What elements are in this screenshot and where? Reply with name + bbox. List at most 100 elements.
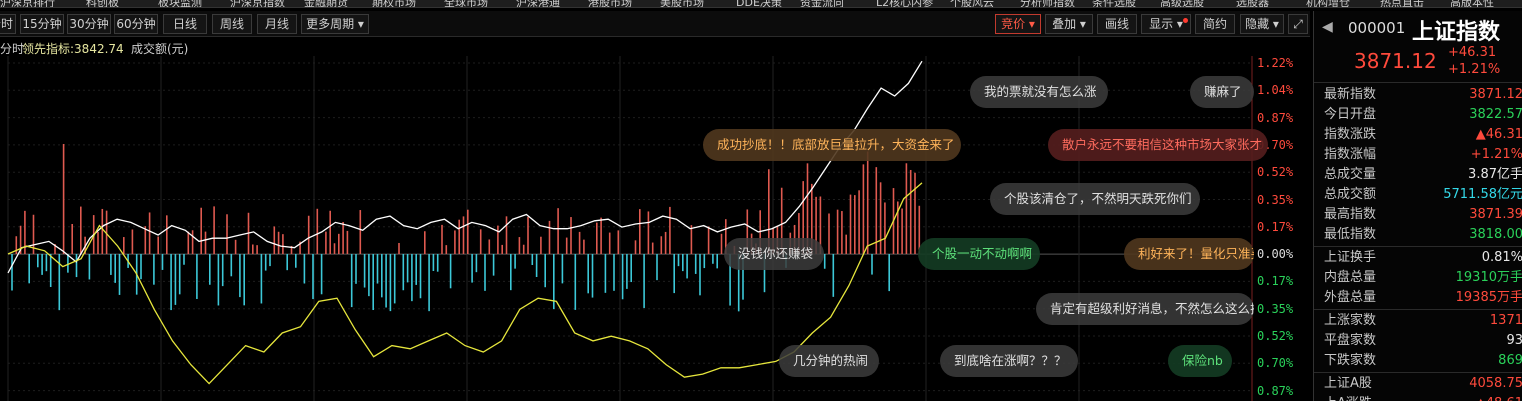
stock-name: 上证指数 — [1412, 20, 1501, 45]
axis-pct-label: 0.70% — [1257, 356, 1294, 371]
quote-row: 上A涨跌 ▲48.61 — [1314, 394, 1522, 401]
quote-row-label: 最高指数 — [1324, 207, 1377, 222]
top-menu-item[interactable]: L2核心内参 — [876, 0, 933, 7]
top-menu-item[interactable]: 沪深京排行 — [0, 0, 55, 7]
quote-row: 今日开盘 3822.57 — [1314, 105, 1522, 125]
top-menu-item[interactable]: DDE决策 — [736, 0, 782, 7]
quote-divider — [1314, 309, 1522, 310]
toolbar-button-0[interactable]: 竞价 ▾ — [995, 14, 1041, 34]
quote-row: 指数涨幅 +1.21% — [1314, 145, 1522, 165]
top-menu-item[interactable]: 全球市场 — [444, 0, 488, 7]
quote-row-label: 平盘家数 — [1324, 333, 1377, 348]
notice-dot-icon — [1183, 18, 1188, 23]
price-change: +46.31 — [1448, 45, 1497, 60]
axis-pct-label: 1.04% — [1257, 83, 1294, 98]
toolbar-period-button[interactable]: 15分钟 — [20, 14, 64, 34]
toolbar-period-button[interactable]: 月线 — [257, 14, 297, 34]
axis-pct-label: 0.17% — [1257, 219, 1294, 234]
quote-row-value: 3.87亿手 — [1468, 167, 1522, 182]
quote-row-value: 3822.57 — [1469, 107, 1522, 122]
quote-row-label: 上证A股 — [1324, 376, 1372, 391]
quote-row-label: 总成交额 — [1324, 187, 1377, 202]
top-menu-item[interactable]: 板块监测 — [158, 0, 202, 7]
quote-divider — [1314, 246, 1522, 247]
top-menu-item[interactable]: 资金流向 — [800, 0, 844, 7]
comment-bubble[interactable]: 保险nb — [1168, 345, 1232, 377]
quote-row-label: 最新指数 — [1324, 87, 1377, 102]
intraday-chart[interactable] — [0, 56, 1310, 401]
top-menu-item[interactable]: 选股器 — [1236, 0, 1269, 7]
top-menu-item[interactable]: 条件选股 — [1092, 0, 1136, 7]
toolbar-period-button[interactable]: 周线 — [212, 14, 252, 34]
axis-pct-label: 0.00% — [1257, 247, 1294, 262]
prev-arrow-icon[interactable]: ◀ — [1322, 19, 1333, 35]
quote-row-label: 指数涨幅 — [1324, 147, 1377, 162]
toolbar-period-button[interactable]: 30分钟 — [67, 14, 111, 34]
quote-divider — [1314, 372, 1522, 373]
legend-period: 分时 — [0, 42, 25, 56]
toolbar-button-5[interactable]: 隐藏 ▾ — [1240, 14, 1284, 34]
quote-row-value: ▲48.61 — [1476, 394, 1522, 401]
comment-bubble[interactable]: 几分钟的热闹 — [779, 345, 879, 377]
legend-indicator: 领先指标:3842.74 — [22, 42, 124, 56]
toolbar-period-button[interactable]: 日线 — [163, 14, 207, 34]
current-price: 3871.12 — [1354, 49, 1437, 73]
top-menu-item[interactable]: 金融期货 — [304, 0, 348, 7]
quote-row: 下跌家数 869 — [1314, 351, 1522, 371]
comment-bubble[interactable]: 利好来了！量化只准买 — [1124, 238, 1254, 270]
toolbar-button-1[interactable]: 叠加 ▾ — [1045, 14, 1093, 34]
toolbar-period-button[interactable]: 60分钟 — [114, 14, 158, 34]
quote-row: 总成交额 5711.58亿元 — [1314, 185, 1522, 205]
comment-bubble[interactable]: 到底啥在涨啊？？？ — [940, 345, 1078, 377]
comment-bubble[interactable]: 成功抄底！！底部放巨量拉升，大资金来了 — [703, 129, 961, 161]
comment-bubble[interactable]: 赚麻了 — [1190, 76, 1254, 108]
top-menu-item[interactable]: 科创板 — [86, 0, 119, 7]
quote-row-value: ▲46.31 — [1475, 127, 1522, 142]
comment-bubble[interactable]: 散户永远不要相信这种市场大家张才 — [1048, 129, 1268, 161]
comment-bubble[interactable]: 个股一动不动啊啊 — [918, 238, 1040, 270]
expand-icon[interactable]: ⤢ — [1288, 14, 1308, 34]
quote-row-value: 19310万手 — [1455, 270, 1522, 285]
top-menu-item[interactable]: 高版本性 — [1450, 0, 1494, 7]
price-change-pct: +1.21% — [1448, 62, 1501, 77]
quote-row-value: 93 — [1506, 333, 1522, 348]
axis-pct-label: 1.22% — [1257, 56, 1294, 70]
toolbar-button-4[interactable]: 简约 — [1195, 14, 1235, 34]
toolbar-period-button[interactable]: 更多周期 ▾ — [301, 14, 369, 34]
toolbar-period-button[interactable]: 分时 — [0, 14, 16, 34]
quote-row: 最高指数 3871.39 — [1314, 205, 1522, 225]
quote-row-value: 0.81% — [1481, 250, 1522, 265]
axis-pct-label: 0.35% — [1257, 192, 1294, 207]
quote-row-value: +1.21% — [1470, 147, 1522, 162]
quote-row-value: 5711.58亿元 — [1443, 187, 1522, 202]
top-menu-item[interactable]: 机构增仓 — [1306, 0, 1350, 7]
top-menu-item[interactable]: 热点直击 — [1380, 0, 1424, 7]
quote-row: 上证换手 0.81% — [1314, 248, 1522, 268]
top-menu-item[interactable]: 期权市场 — [372, 0, 416, 7]
quote-row-label: 总成交量 — [1324, 167, 1377, 182]
top-menu-item[interactable]: 个股风云 — [950, 0, 994, 7]
top-menu-item[interactable]: 美股市场 — [660, 0, 704, 7]
quote-row: 最新指数 3871.12 — [1314, 85, 1522, 105]
quote-row-label: 上A涨跌 — [1324, 394, 1372, 401]
top-menu-item[interactable]: 沪深京指数 — [230, 0, 285, 7]
top-menu-item[interactable]: 沪深港通 — [516, 0, 560, 7]
comment-bubble[interactable]: 我的票就没有怎么涨 — [970, 76, 1108, 108]
top-menu-item[interactable]: 分析师指数 — [1020, 0, 1075, 7]
comment-bubble[interactable]: 个股该清仓了，不然明天跌死你们 — [990, 183, 1200, 215]
top-menu-item[interactable]: 高级选股 — [1160, 0, 1204, 7]
comment-bubble[interactable]: 肯定有超级利好消息，不然怎么这么拉 — [1036, 293, 1254, 325]
top-menu-bar: 沪深京排行 科创板 板块监测 沪深京指数 金融期货 期权市场 全球市场 沪深港通 港股市场 美股市… — [0, 0, 1522, 8]
comment-bubble[interactable]: 没钱你还赚袋 — [724, 238, 824, 270]
quote-row-value: 3871.39 — [1469, 207, 1522, 222]
toolbar-button-2[interactable]: 画线 — [1097, 14, 1137, 34]
quote-row-label: 最低指数 — [1324, 227, 1377, 242]
quote-row-value: 19385万手 — [1455, 290, 1522, 305]
axis-pct-label: 0.35% — [1257, 301, 1294, 316]
quote-row: 最低指数 3818.00 — [1314, 225, 1522, 245]
legend-volume: 成交额(元) — [131, 42, 189, 56]
quote-row: 指数涨跌 ▲46.31 — [1314, 125, 1522, 145]
toolbar-button-3[interactable]: 显示 ▾ — [1141, 14, 1191, 34]
top-menu-item[interactable]: 港股市场 — [588, 0, 632, 7]
quote-row-label: 外盘总量 — [1324, 290, 1377, 305]
